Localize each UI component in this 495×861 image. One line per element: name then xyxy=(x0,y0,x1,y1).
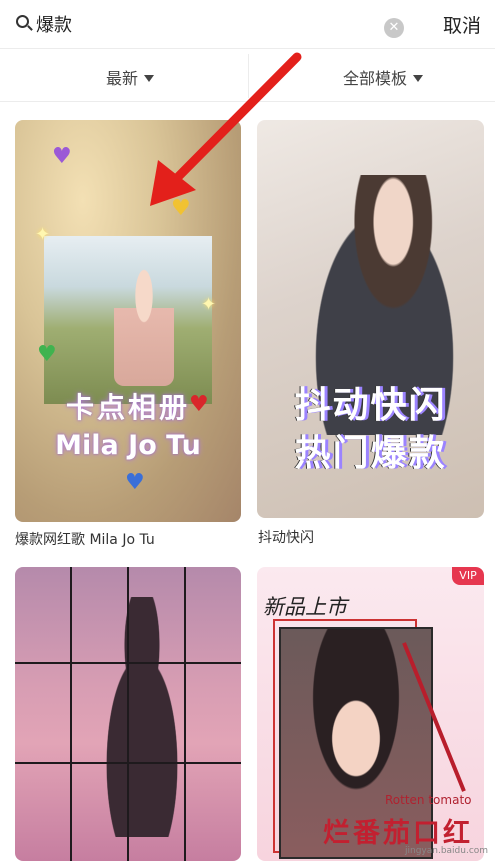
divider xyxy=(0,101,495,102)
search-box[interactable]: 爆款 ✕ xyxy=(8,6,408,40)
search-icon xyxy=(16,15,29,28)
template-card-1[interactable]: ♥ ♥ ♥ ♥ ♥ ✦ ✦ 卡点相册 Mila Jo Tu xyxy=(15,120,241,522)
template-overlay-title: 卡点相册 xyxy=(65,391,190,424)
yellow-heart-icon: ♥ xyxy=(171,196,191,221)
watermark: jingyan.baidu.com xyxy=(405,846,489,856)
split-grid-overlay xyxy=(15,567,241,861)
blue-heart-icon: ♥ xyxy=(125,470,145,495)
template-thumbnail-photo xyxy=(44,236,212,404)
template-card-3[interactable] xyxy=(15,567,241,861)
template-overlay-subtitle: 热门爆款 xyxy=(294,433,447,474)
purple-heart-icon: ♥ xyxy=(52,144,72,169)
cancel-button[interactable]: 取消 xyxy=(443,11,481,38)
sort-dropdown-label: 最新 xyxy=(106,69,139,88)
filter-separator xyxy=(248,54,249,98)
caret-down-icon xyxy=(144,75,155,82)
vip-badge: VIP xyxy=(452,567,484,585)
template-overlay-title: 烂番茄口红 xyxy=(323,818,473,849)
category-dropdown-label: 全部模板 xyxy=(343,69,408,88)
category-dropdown[interactable]: 全部模板 xyxy=(343,65,424,89)
clear-search-icon[interactable]: ✕ xyxy=(384,18,404,38)
template-caption-2: 抖动快闪 xyxy=(258,530,314,546)
template-caption-1: 爆款网红歌 Mila Jo Tu xyxy=(15,532,155,548)
template-overlay-subtitle: Mila Jo Tu xyxy=(55,430,201,461)
product-text: Rotten tomato xyxy=(385,793,472,807)
green-heart-icon: ♥ xyxy=(37,342,57,367)
template-card-4[interactable]: 新品上市 VIP Rotten tomato 烂番茄口红 xyxy=(257,567,484,861)
sparkle-icon: ✦ xyxy=(35,224,51,245)
sort-dropdown[interactable]: 最新 xyxy=(106,65,155,89)
sparkle-icon: ✦ xyxy=(201,294,217,315)
person-figure xyxy=(114,266,174,386)
template-card-2[interactable]: 抖动快闪 热门爆款 xyxy=(257,120,484,518)
search-input[interactable]: 爆款 xyxy=(36,11,72,37)
template-overlay-title: 抖动快闪 xyxy=(294,385,447,426)
search-bar: 爆款 ✕ 取消 xyxy=(0,0,495,48)
caret-down-icon xyxy=(413,75,424,82)
handwriting-text: 新品上市 xyxy=(263,595,347,619)
